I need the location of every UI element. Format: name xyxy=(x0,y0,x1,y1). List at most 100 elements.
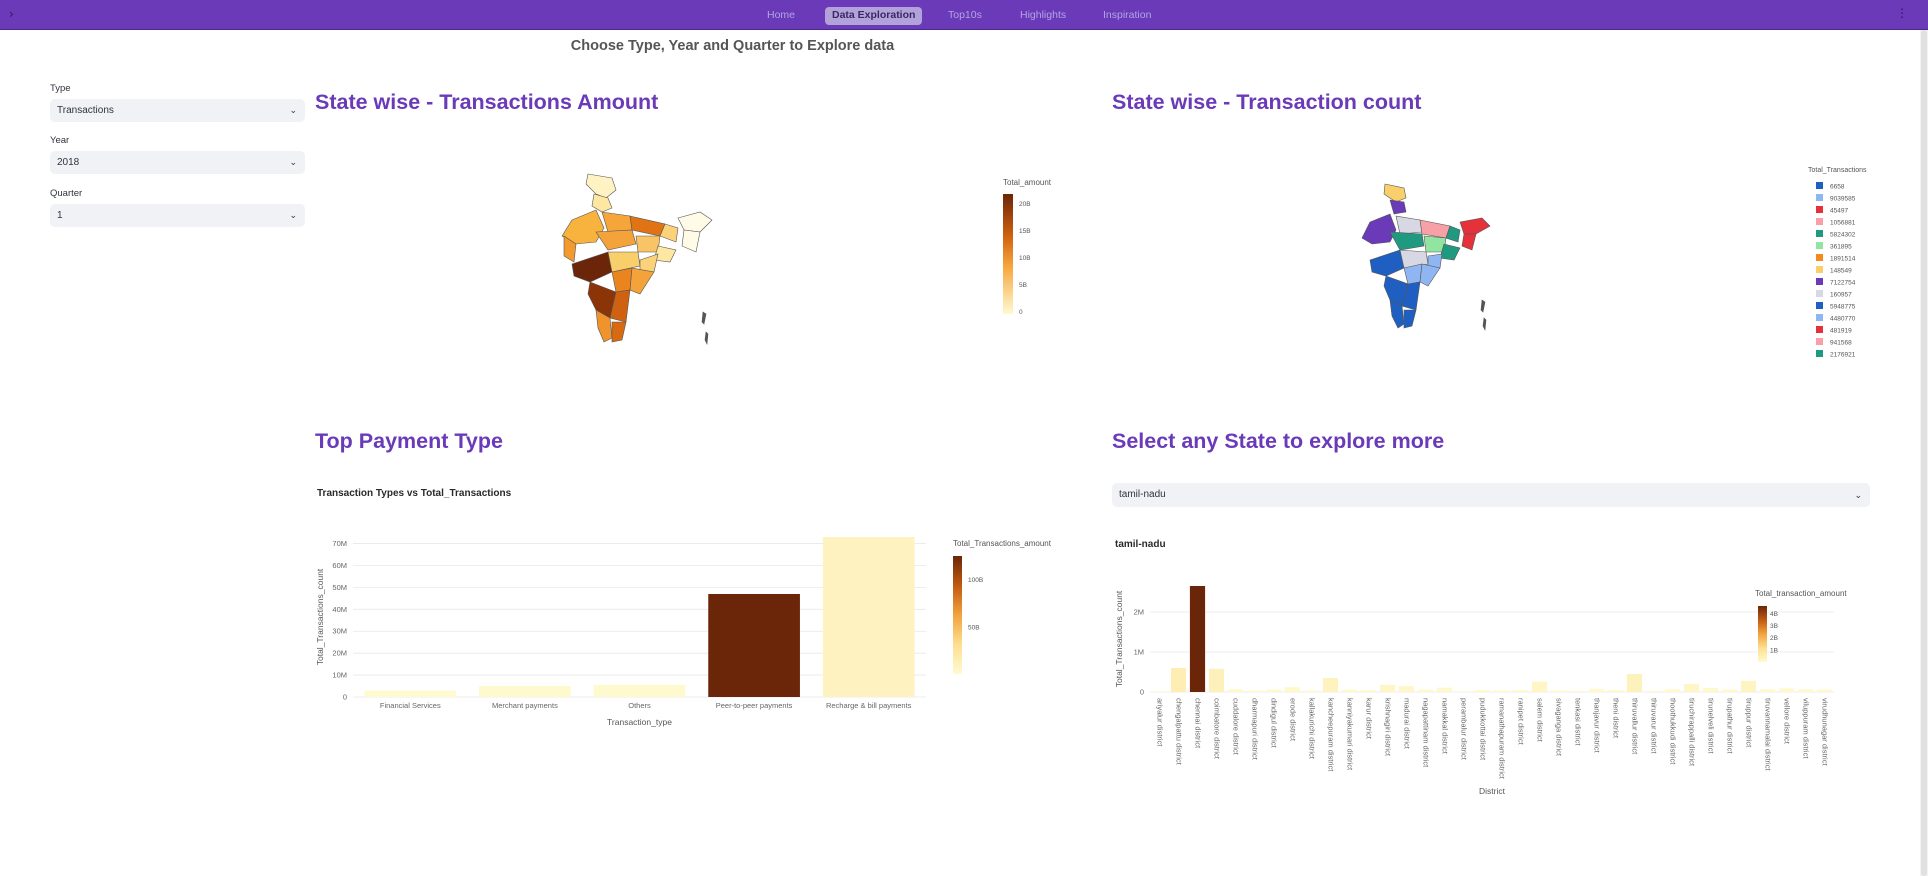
bar xyxy=(1778,688,1795,692)
legend-label: 5948775 xyxy=(1830,304,1856,311)
district-chart-title: tamil-nadu xyxy=(1115,539,1166,550)
x-tick-label: thiruvallur district xyxy=(1631,698,1640,755)
bar xyxy=(822,537,915,697)
legend-label: 2176921 xyxy=(1830,352,1856,359)
top-navbar: › Home Data Exploration Top10s Highlight… xyxy=(0,0,1928,30)
legend-swatch xyxy=(1816,254,1823,261)
map-region[interactable] xyxy=(677,211,713,233)
bar xyxy=(1455,691,1472,692)
x-tick-label: tirunelveli district xyxy=(1707,698,1716,754)
colorbar-tick-label: 4B xyxy=(1770,611,1778,618)
map-region[interactable] xyxy=(1403,309,1417,329)
x-tick-label: Merchant payments xyxy=(492,701,558,710)
bar xyxy=(1550,690,1567,692)
nav-item-inspiration[interactable]: Inspiration xyxy=(1096,7,1158,25)
payment-section-title: Top Payment Type xyxy=(315,429,503,453)
bar xyxy=(1569,690,1586,692)
bar xyxy=(1246,690,1263,692)
map-region[interactable] xyxy=(611,267,633,293)
year-label: Year xyxy=(50,135,70,146)
y-tick-label: 10M xyxy=(332,671,347,680)
y-tick-label: 50M xyxy=(332,583,347,592)
map-region[interactable] xyxy=(1419,219,1451,239)
x-tick-label: Others xyxy=(628,701,651,710)
scrollbar-thumb[interactable] xyxy=(1921,30,1927,876)
map-region[interactable] xyxy=(1383,183,1407,203)
bar xyxy=(1170,668,1187,692)
kebab-menu-icon[interactable]: ⋮ xyxy=(1896,6,1908,20)
x-tick-label: perambalur district xyxy=(1460,698,1469,761)
map-region[interactable] xyxy=(611,321,627,343)
y-axis-label: Total_Transactions_count xyxy=(1114,590,1124,687)
map-region[interactable] xyxy=(571,251,613,283)
bar xyxy=(1284,687,1301,692)
payment-chart-title: Transaction Types vs Total_Transactions xyxy=(317,488,512,499)
colorbar-tick-label: 100B xyxy=(968,577,983,584)
map-region[interactable] xyxy=(1389,231,1425,251)
map-region[interactable] xyxy=(1480,299,1486,313)
nav-item-highlights[interactable]: Highlights xyxy=(1013,7,1073,25)
amount-section-title: State wise - Transactions Amount xyxy=(315,90,659,114)
y-tick-label: 60M xyxy=(332,561,347,570)
bar xyxy=(1379,684,1396,692)
map-region[interactable] xyxy=(1482,317,1487,332)
map-region[interactable] xyxy=(701,311,707,325)
bar xyxy=(1227,689,1244,692)
page-scrollbar[interactable] xyxy=(1920,30,1928,876)
map-region[interactable] xyxy=(629,267,655,295)
map-region[interactable] xyxy=(585,173,617,199)
bar xyxy=(1265,689,1282,692)
bar xyxy=(1797,689,1814,692)
year-select[interactable]: 2018 ⌄ xyxy=(50,151,305,174)
map-region[interactable] xyxy=(1395,215,1423,235)
payment-type-bar-chart[interactable]: 0 10M 20M 30M 40M 50M 60M 70M Financial Services… xyxy=(310,520,1055,730)
nav-item-top10s[interactable]: Top10s xyxy=(941,7,989,25)
bar xyxy=(1474,690,1491,692)
bar xyxy=(1607,690,1624,692)
quarter-select[interactable]: 1 ⌄ xyxy=(50,204,305,227)
map-region[interactable] xyxy=(1369,249,1405,277)
map-region[interactable] xyxy=(1389,199,1407,215)
map-region[interactable] xyxy=(595,229,637,251)
x-tick-label: cuddalore district xyxy=(1232,698,1241,756)
map-region[interactable] xyxy=(681,229,701,253)
nav-item-data-exploration[interactable]: Data Exploration xyxy=(825,7,923,25)
map-region[interactable] xyxy=(1459,217,1491,235)
legend-swatch xyxy=(1816,326,1823,333)
x-tick-label: tirupathur district xyxy=(1726,698,1735,754)
map-region[interactable] xyxy=(1419,263,1441,287)
x-tick-label: tiruvannamalai district xyxy=(1764,698,1773,771)
amount-choropleth-map[interactable] xyxy=(560,172,735,352)
legend-swatch xyxy=(1816,278,1823,285)
x-tick-label: namakkal district xyxy=(1441,698,1450,755)
bar xyxy=(1702,688,1719,692)
map-region[interactable] xyxy=(601,211,633,233)
count-choropleth-map[interactable] xyxy=(1360,182,1510,337)
map-region[interactable] xyxy=(639,253,659,273)
map-region[interactable] xyxy=(1461,233,1477,251)
x-tick-label: theni district xyxy=(1612,698,1621,739)
count-section-title: State wise - Transaction count xyxy=(1112,90,1422,114)
map-region[interactable] xyxy=(704,331,709,346)
type-select[interactable]: Transactions ⌄ xyxy=(50,99,305,122)
bar xyxy=(708,593,800,697)
x-tick-label: tiruppur district xyxy=(1745,698,1754,748)
legend-swatch xyxy=(1816,242,1823,249)
y-tick-label: 30M xyxy=(332,627,347,636)
state-select[interactable]: tamil-nadu ⌄ xyxy=(1112,483,1870,507)
x-tick-label: thanjavur district xyxy=(1593,698,1602,754)
bar xyxy=(479,686,571,697)
map-region[interactable] xyxy=(1361,213,1397,245)
bar xyxy=(1493,690,1510,692)
district-bar-chart[interactable]: 0 1M 2M ariyalur district chengalpattu distr… xyxy=(1110,580,1860,800)
map-region[interactable] xyxy=(629,215,666,237)
bar xyxy=(593,684,686,697)
map-region[interactable] xyxy=(635,235,661,253)
x-tick-label: nagapattinam district xyxy=(1422,698,1431,768)
nav-item-home[interactable]: Home xyxy=(760,7,802,25)
colorbar xyxy=(1758,606,1767,662)
legend-label: 148549 xyxy=(1830,268,1852,275)
x-tick-label: salem district xyxy=(1536,698,1545,743)
chevron-down-icon: ⌄ xyxy=(289,105,297,115)
map-region[interactable] xyxy=(591,193,613,213)
